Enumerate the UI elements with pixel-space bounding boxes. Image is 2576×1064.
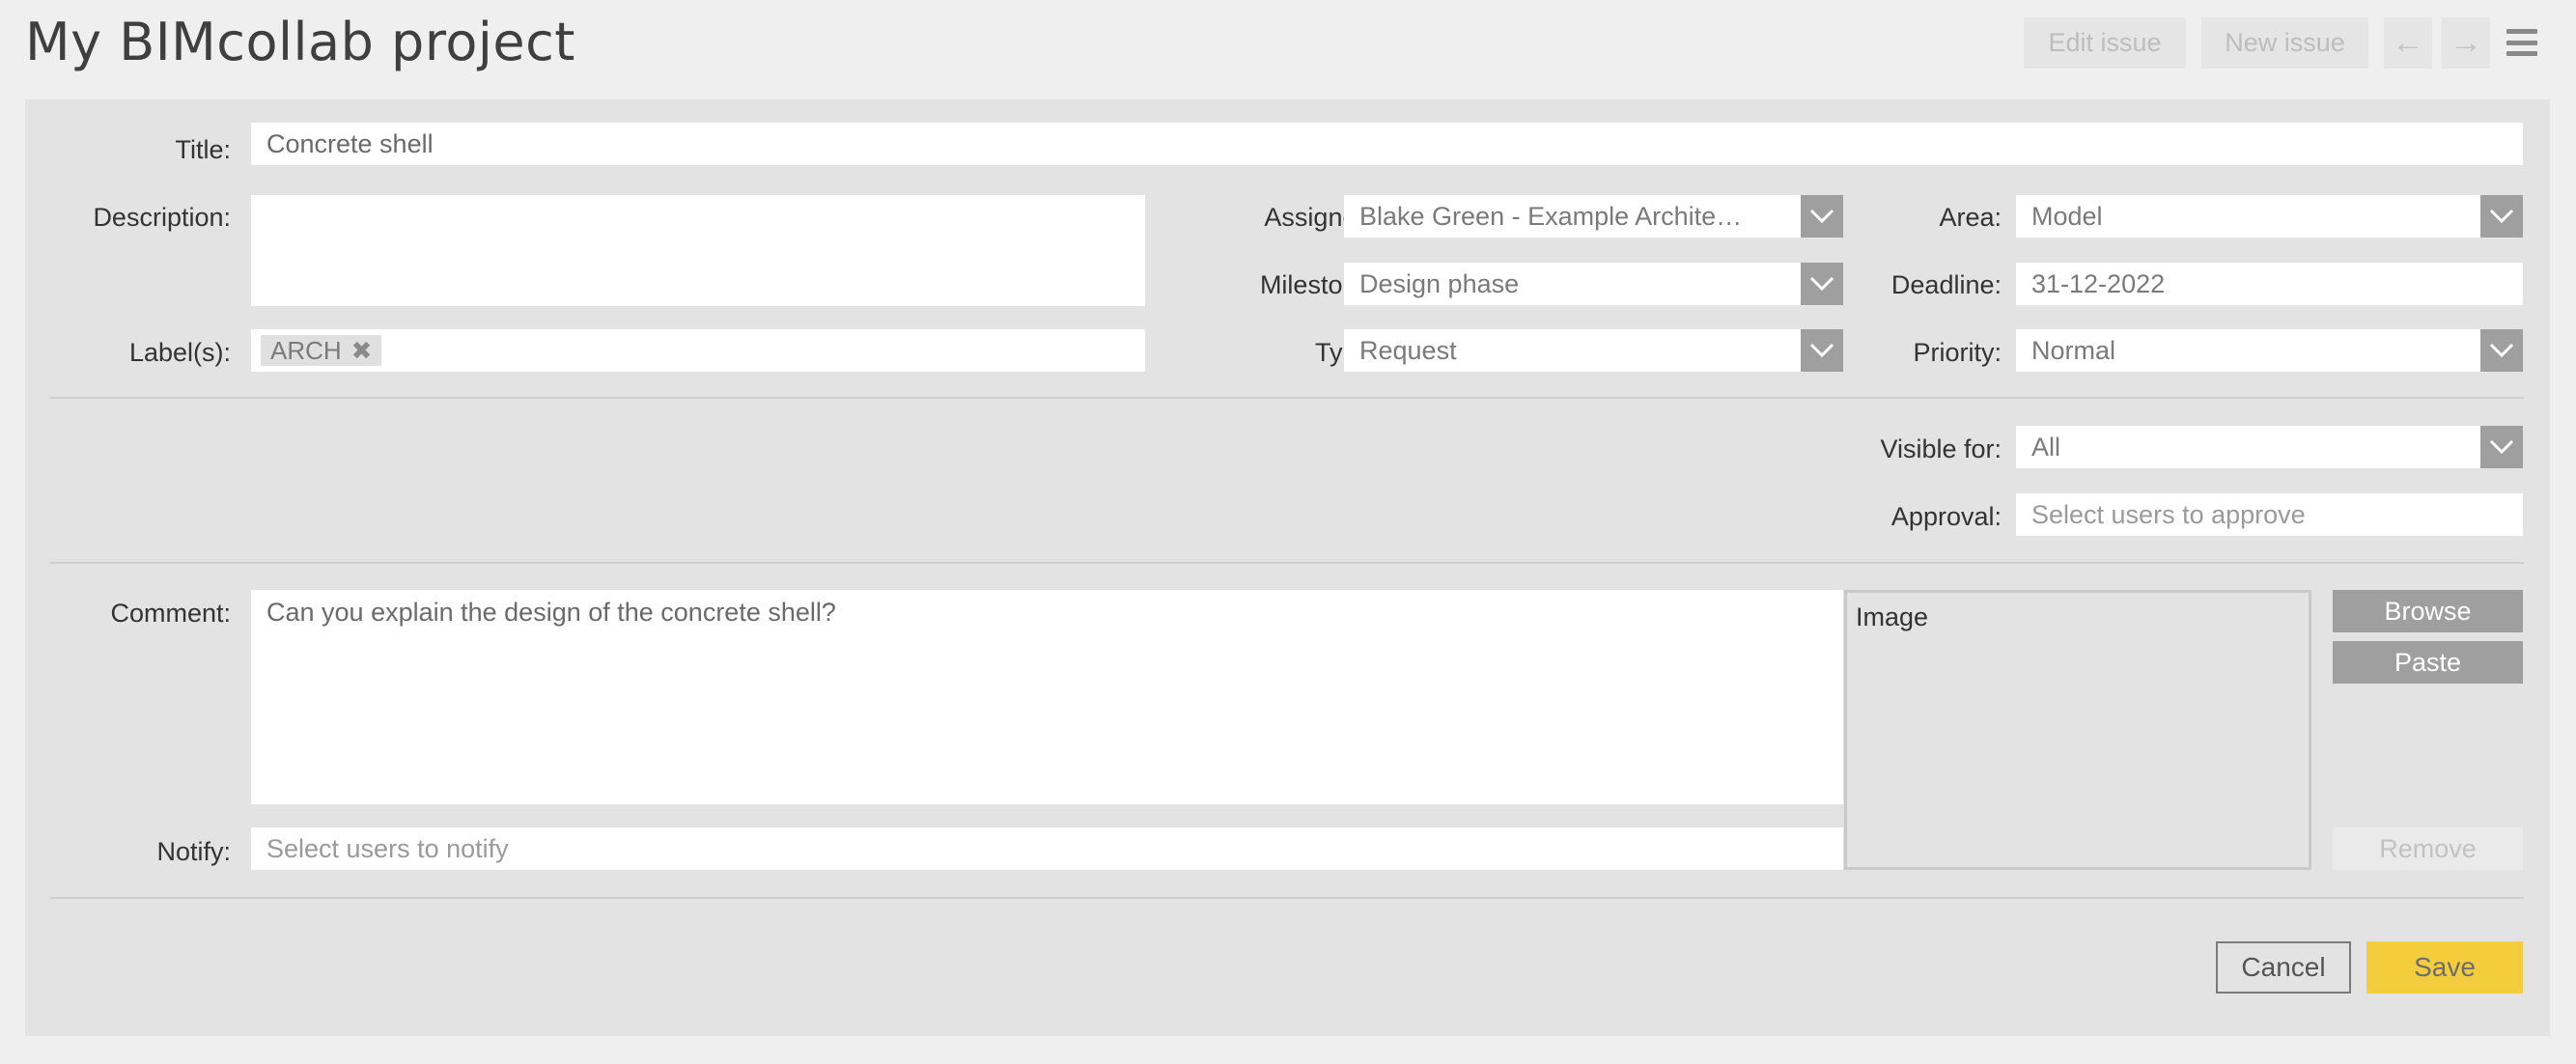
area-label: Area: [1939,203,2002,232]
notify-label: Notify: [156,837,231,866]
priority-select[interactable]: Normal [2016,329,2523,372]
deadline-input[interactable]: 31-12-2022 [2016,263,2523,305]
next-issue-button[interactable]: → [2442,17,2490,69]
image-label: Image [1856,602,1929,631]
chevron-down-icon[interactable] [2480,329,2523,372]
priority-value: Normal [2031,335,2116,365]
paste-button[interactable]: Paste [2333,641,2523,684]
approval-label: Approval: [1890,502,2002,531]
deadline-label: Deadline: [1890,270,2002,299]
page-title: My BIMcollab project [25,12,575,72]
area-value: Model [2031,201,2103,231]
arrow-right-icon: → [2450,24,2482,61]
visible-for-value: All [2031,432,2061,462]
save-button[interactable]: Save [2366,941,2523,994]
hamburger-menu-icon[interactable] [2505,25,2539,60]
section-divider [50,397,2524,399]
visible-for-select[interactable]: All [2016,426,2523,468]
cancel-button[interactable]: Cancel [2216,941,2351,994]
visible-for-label: Visible for: [1880,434,2002,463]
image-dropzone[interactable]: Image [1844,590,2311,870]
comment-textarea[interactable]: Can you explain the design of the concre… [251,590,1843,804]
comment-label: Comment: [110,599,231,628]
issue-form-panel: Title: Concrete shell Description: Label… [25,99,2550,1036]
approval-input[interactable]: Select users to approve [2016,493,2523,536]
chevron-down-icon[interactable] [2480,195,2523,238]
edit-issue-button[interactable]: Edit issue [2024,17,2186,69]
previous-issue-button[interactable]: ← [2384,17,2432,69]
area-select[interactable]: Model [2016,195,2523,238]
section-divider [50,897,2524,899]
chevron-down-icon[interactable] [2480,426,2523,468]
new-issue-button[interactable]: New issue [2201,17,2368,69]
remove-button[interactable]: Remove [2333,827,2523,870]
title-input[interactable]: Concrete shell [251,123,2523,165]
browse-button[interactable]: Browse [2333,590,2523,632]
arrow-left-icon: ← [2392,24,2424,61]
notify-input[interactable]: Select users to notify [251,827,1843,870]
title-label: Title: [175,135,231,164]
section-divider [50,562,2524,564]
priority-label: Priority: [1913,338,2002,367]
